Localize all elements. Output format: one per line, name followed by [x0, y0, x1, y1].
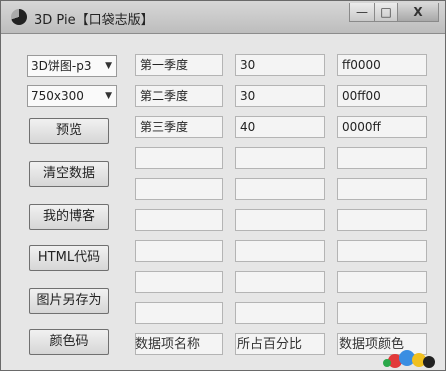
row-3-name-input[interactable]: 第三季度	[135, 116, 223, 138]
html-code-button[interactable]: HTML代码	[29, 245, 109, 271]
row-8-color-input[interactable]	[337, 271, 427, 293]
my-blog-button[interactable]: 我的博客	[29, 204, 109, 230]
row-2-color-input[interactable]: 00ff00	[337, 85, 427, 107]
maximize-button[interactable]: □	[374, 3, 398, 22]
row-4-name-input[interactable]	[135, 147, 223, 169]
client-area: 3D饼图-p3 ▼ 750x300 ▼ 预览 清空数据 我的博客 HTML代码 …	[7, 41, 439, 365]
row-6-color-input[interactable]	[337, 209, 427, 231]
row-1-name-input[interactable]: 第一季度	[135, 54, 223, 76]
size-select[interactable]: 750x300 ▼	[27, 85, 117, 107]
row-1-percent-input[interactable]: 30	[235, 54, 325, 76]
row-8-percent-input[interactable]	[235, 271, 325, 293]
row-3-color-input[interactable]: 0000ff	[337, 116, 427, 138]
app-window: 3D Pie【口袋志版】 — □ X 3D饼图-p3 ▼ 750x300 ▼ 预…	[0, 0, 446, 371]
header-percent: 所占百分比	[237, 337, 303, 352]
row-5-color-input[interactable]	[337, 178, 427, 200]
chart-type-value: 3D饼图-p3	[31, 59, 92, 73]
window-title: 3D Pie【口袋志版】	[34, 13, 154, 28]
row-6-percent-input[interactable]	[235, 209, 325, 231]
row-2-name-input[interactable]: 第二季度	[135, 85, 223, 107]
pie-app-icon	[11, 9, 27, 25]
close-button[interactable]: X	[397, 3, 439, 22]
row-5-percent-input[interactable]	[235, 178, 325, 200]
color-code-button[interactable]: 颜色码	[29, 329, 109, 355]
row-7-name-input[interactable]	[135, 240, 223, 262]
preview-button[interactable]: 预览	[29, 118, 109, 144]
row-8-name-input[interactable]	[135, 271, 223, 293]
clear-data-button[interactable]: 清空数据	[29, 161, 109, 187]
row-9-percent-input[interactable]	[235, 302, 325, 324]
dropdown-arrow-icon: ▼	[105, 91, 112, 101]
row-6-name-input[interactable]	[135, 209, 223, 231]
header-name: 数据项名称	[135, 337, 201, 352]
row-9-color-input[interactable]	[337, 302, 427, 324]
row-4-color-input[interactable]	[337, 147, 427, 169]
row-5-name-input[interactable]	[135, 178, 223, 200]
row-1-color-input[interactable]: ff0000	[337, 54, 427, 76]
row-9-name-input[interactable]	[135, 302, 223, 324]
chart-type-select[interactable]: 3D饼图-p3 ▼	[27, 55, 117, 77]
row-7-color-input[interactable]	[337, 240, 427, 262]
minimize-button[interactable]: —	[349, 3, 375, 22]
dropdown-arrow-icon: ▼	[105, 61, 112, 71]
size-value: 750x300	[31, 89, 84, 103]
title-bar: 3D Pie【口袋志版】 — □ X	[1, 1, 445, 34]
save-image-as-button[interactable]: 图片另存为	[29, 288, 109, 314]
row-4-percent-input[interactable]	[235, 147, 325, 169]
decorative-logo-icon	[383, 350, 435, 368]
row-3-percent-input[interactable]: 40	[235, 116, 325, 138]
row-2-percent-input[interactable]: 30	[235, 85, 325, 107]
row-7-percent-input[interactable]	[235, 240, 325, 262]
